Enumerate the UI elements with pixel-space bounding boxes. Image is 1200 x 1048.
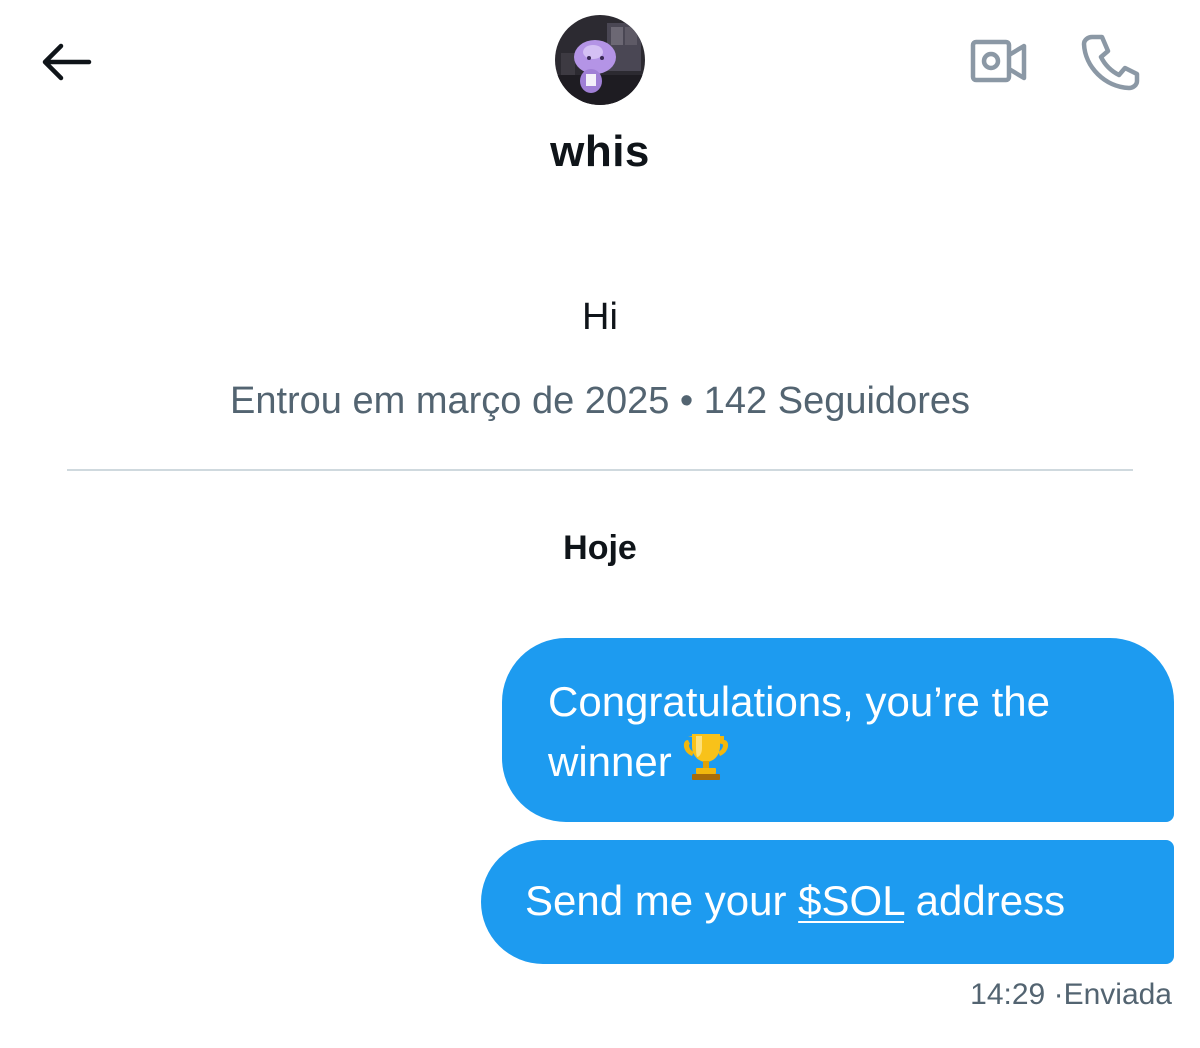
meta-separator: • <box>679 380 694 422</box>
message-state: Enviada <box>1063 978 1172 1011</box>
divider <box>67 469 1133 471</box>
phone-call-button[interactable] <box>1078 30 1142 94</box>
video-call-icon <box>970 39 1027 83</box>
followers-count[interactable]: 142 Seguidores <box>704 380 970 422</box>
profile-avatar <box>555 15 645 105</box>
avatar[interactable] <box>555 15 645 105</box>
username[interactable]: whis <box>0 124 1200 180</box>
message-text-end: address <box>904 877 1066 924</box>
message-bubble[interactable]: Send me your $SOL address <box>481 840 1174 964</box>
message-text: Send me your <box>525 877 799 924</box>
message-bubble[interactable]: Congratulations, you’re the winner <box>502 638 1174 822</box>
trophy-icon <box>682 730 730 796</box>
video-call-button[interactable] <box>966 34 1032 90</box>
message-text: Congratulations, you’re the winner <box>548 678 1050 785</box>
sol-link[interactable]: $SOL <box>798 877 904 924</box>
message-time: 14:29 <box>970 978 1046 1011</box>
message-status: 14:29 ·Enviada <box>970 976 1172 1014</box>
back-button[interactable] <box>30 30 100 94</box>
joined-date: Entrou em março de 2025 <box>229 380 670 422</box>
profile-bio: Hi <box>582 296 618 338</box>
phone-call-icon <box>1081 34 1140 91</box>
status-separator: · <box>1053 978 1064 1011</box>
arrow-left-icon <box>42 43 92 81</box>
profile-meta: Entrou em março de 2025 • 142 Seguidores <box>0 376 1200 426</box>
date-separator: Hoje <box>563 529 637 567</box>
